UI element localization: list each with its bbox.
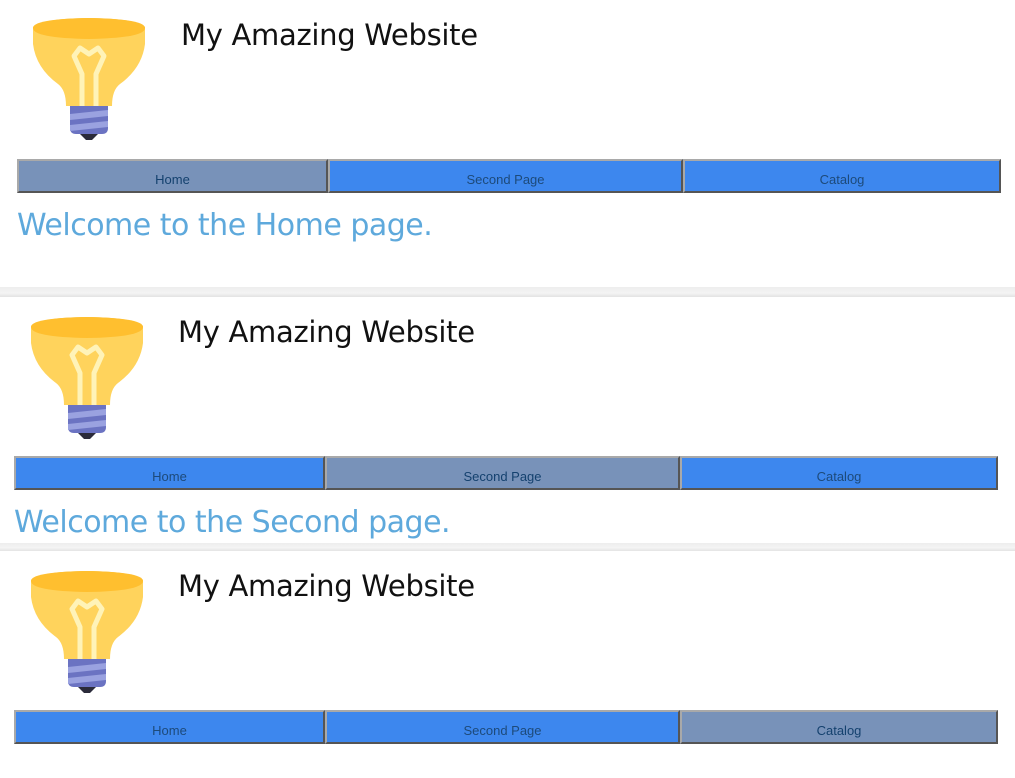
main-nav: Home Second Page Catalog [17,159,1001,193]
nav-catalog-button[interactable]: Catalog [680,710,998,744]
lightbulb-icon [31,317,143,439]
site-title: My Amazing Website [178,315,475,349]
lightbulb-icon [33,18,145,140]
nav-second-page-button[interactable]: Second Page [325,456,680,490]
page-screenshot-second: My Amazing Website Home Second Page Cata… [0,297,1015,543]
main-nav: Home Second Page Catalog [14,456,998,490]
nav-catalog-button[interactable]: Catalog [680,456,998,490]
welcome-message: Welcome to the Second page. [14,505,451,540]
site-title: My Amazing Website [178,569,475,603]
site-title: My Amazing Website [181,18,478,52]
nav-home-button[interactable]: Home [17,159,328,193]
nav-home-button[interactable]: Home [14,456,325,490]
lightbulb-icon [31,571,143,693]
nav-second-page-button[interactable]: Second Page [325,710,680,744]
nav-home-button[interactable]: Home [14,710,325,744]
nav-catalog-button[interactable]: Catalog [683,159,1001,193]
screenshot-divider [0,287,1015,297]
page-screenshot-home: My Amazing Website Home Second Page Cata… [0,0,1015,287]
welcome-message: Welcome to the Home page. [17,208,433,243]
main-nav: Home Second Page Catalog [14,710,998,744]
nav-second-page-button[interactable]: Second Page [328,159,683,193]
screenshot-divider [0,543,1015,551]
page-screenshot-catalog: My Amazing Website Home Second Page Cata… [0,551,1015,778]
